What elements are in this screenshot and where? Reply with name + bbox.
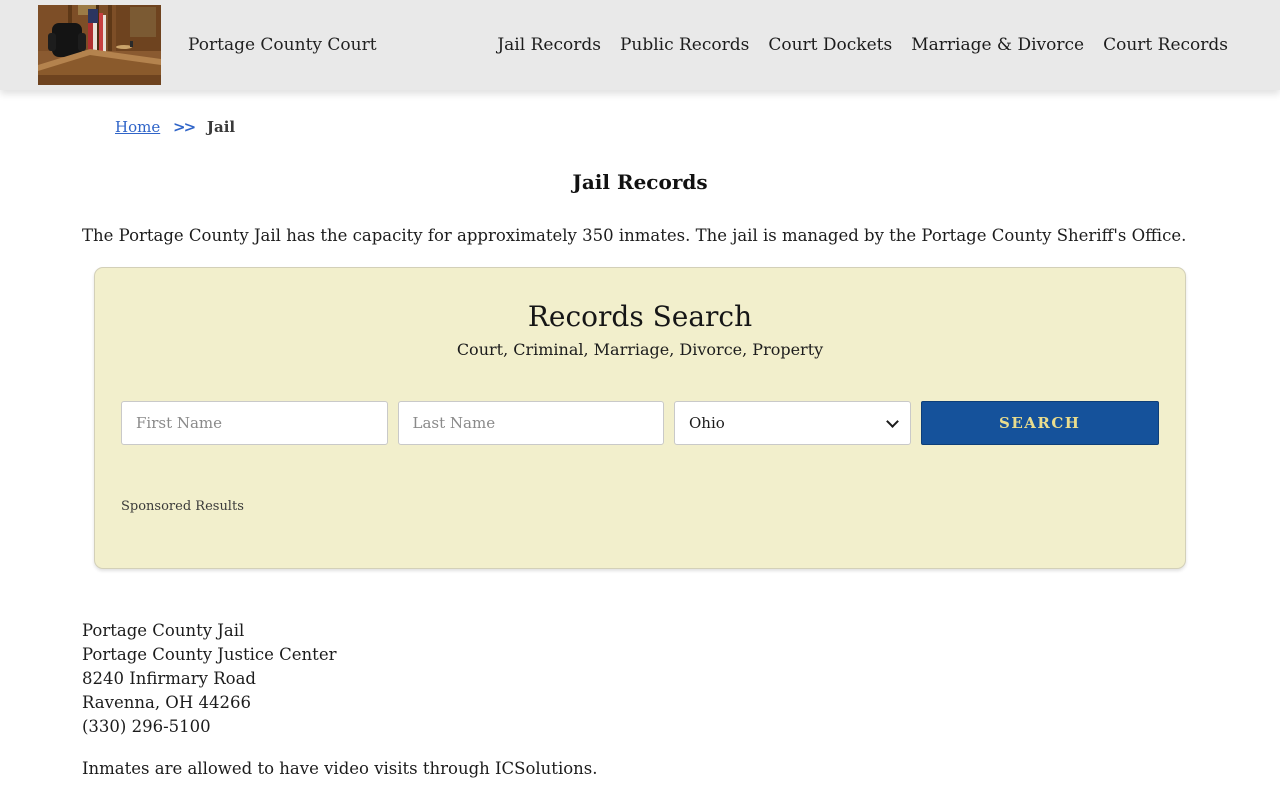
courtroom-logo-image [38, 5, 161, 85]
sponsored-results-label: Sponsored Results [121, 499, 244, 514]
jail-address-block: Portage County Jail Portage County Justi… [82, 619, 1198, 739]
records-search-subtitle: Court, Criminal, Marriage, Divorce, Prop… [456, 340, 824, 359]
site-header: Portage County Court Jail Records Public… [0, 0, 1280, 90]
site-title: Portage County Court [188, 35, 377, 55]
nav-court-records[interactable]: Court Records [1103, 35, 1228, 55]
records-search-title: Records Search [527, 300, 753, 333]
address-line-city: Ravenna, OH 44266 [82, 693, 251, 712]
address-line-name: Portage County Jail [82, 621, 245, 640]
main-content: Jail Records The Portage County Jail has… [0, 170, 1280, 778]
nav-court-dockets[interactable]: Court Dockets [768, 35, 892, 55]
courtroom-logo [38, 5, 161, 85]
records-search-panel: Records Search Court, Criminal, Marriage… [94, 267, 1186, 569]
state-select[interactable]: Ohio [674, 401, 911, 445]
main-nav: Jail Records Public Records Court Docket… [497, 35, 1228, 55]
search-button[interactable]: SEARCH [920, 401, 1159, 445]
address-line-street: 8240 Infirmary Road [82, 669, 256, 688]
breadcrumb-separator: >> [173, 118, 196, 136]
nav-public-records[interactable]: Public Records [620, 35, 749, 55]
video-visits-note: Inmates are allowed to have video visits… [82, 759, 598, 778]
nav-jail-records[interactable]: Jail Records [497, 35, 601, 55]
state-select-wrap: Ohio [674, 401, 911, 445]
last-name-input[interactable] [397, 401, 664, 445]
page-title: Jail Records [572, 170, 708, 194]
nav-marriage-divorce[interactable]: Marriage & Divorce [911, 35, 1084, 55]
breadcrumb-current: Jail [206, 118, 236, 136]
records-search-form: Ohio SEARCH [121, 401, 1159, 445]
breadcrumb: Home >> Jail [0, 90, 1280, 136]
address-line-building: Portage County Justice Center [82, 645, 337, 664]
first-name-input[interactable] [121, 401, 388, 445]
address-line-phone: (330) 296-5100 [82, 717, 211, 736]
breadcrumb-home-link[interactable]: Home [115, 118, 160, 136]
intro-paragraph: The Portage County Jail has the capacity… [82, 226, 1187, 245]
